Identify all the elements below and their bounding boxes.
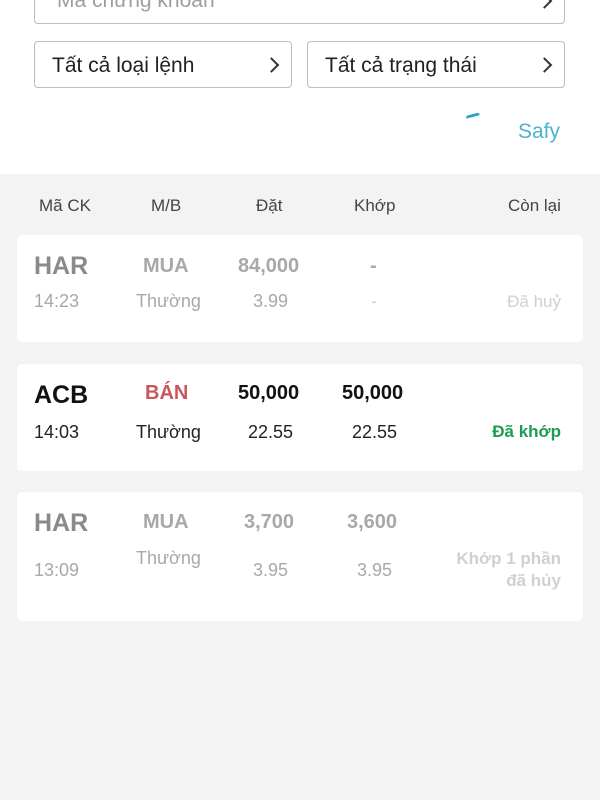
safy-label: Safy [518, 120, 561, 143]
order-card[interactable]: HAR MUA 3,700 3,600 13:09 Thường 3.95 3.… [17, 492, 583, 621]
chevron-right-icon [263, 56, 280, 73]
order-card[interactable]: HAR MUA 84,000 - 14:23 Thường 3.99 - Đã … [17, 235, 583, 342]
filter-panel: Mã chứng khoán Tất cả loại lệnh Tất cả t… [0, 0, 600, 174]
order-matched-price: 22.55 [352, 422, 398, 442]
order-status: Đã huỷ [507, 292, 561, 311]
symbol-search-field[interactable]: Mã chứng khoán [34, 0, 565, 24]
header-remaining: Còn lại [508, 196, 561, 215]
order-type: Thường [136, 422, 201, 442]
order-placed-price: 22.55 [248, 422, 294, 442]
order-time: 14:23 [34, 291, 80, 311]
order-placed-qty: 84,000 [238, 255, 300, 277]
order-matched-qty: - [370, 255, 377, 277]
order-status-label: Tất cả trạng thái [325, 54, 477, 77]
order-type-filter[interactable]: Tất cả loại lệnh [34, 41, 292, 88]
order-status-line1: Khớp 1 phần [456, 549, 561, 568]
order-status-filter[interactable]: Tất cả trạng thái [307, 41, 565, 88]
order-side: MUA [143, 255, 189, 277]
table-header: Mã CK M/B Đặt Khớp Còn lại [0, 192, 600, 220]
order-placed-price: 3.99 [253, 291, 289, 311]
order-side: BÁN [145, 382, 189, 404]
order-symbol: HAR [34, 509, 89, 537]
order-matched-qty: 50,000 [342, 382, 404, 404]
order-time: 14:03 [34, 422, 80, 442]
order-status-line2: đã hủy [506, 571, 561, 590]
order-placed-qty: 3,700 [244, 511, 295, 533]
order-side: MUA [143, 511, 189, 533]
order-matched-price: 3.95 [357, 560, 393, 580]
chevron-right-icon [536, 56, 553, 73]
header-matched: Khớp [354, 196, 396, 215]
loading-spinner-icon [465, 112, 481, 121]
order-placed-price: 3.95 [253, 560, 289, 580]
search-placeholder: Mã chứng khoán [57, 0, 215, 12]
order-matched-qty: 3,600 [347, 511, 398, 533]
header-side: M/B [151, 196, 182, 215]
order-type-label: Tất cả loại lệnh [52, 54, 195, 77]
order-matched-price: - [371, 291, 377, 311]
order-card[interactable]: ACB BÁN 50,000 50,000 14:03 Thường 22.55… [17, 364, 583, 471]
order-type: Thường [136, 548, 201, 568]
order-status: Đã khớp [492, 422, 561, 441]
safy-brand: Safy [465, 108, 576, 156]
header-symbol: Mã CK [39, 196, 91, 215]
order-symbol: ACB [34, 381, 89, 409]
order-symbol: HAR [34, 252, 89, 280]
order-placed-qty: 50,000 [238, 382, 300, 404]
order-time: 13:09 [34, 560, 80, 580]
chevron-right-icon [536, 0, 553, 9]
order-type: Thường [136, 291, 201, 311]
header-placed: Đặt [256, 196, 283, 215]
